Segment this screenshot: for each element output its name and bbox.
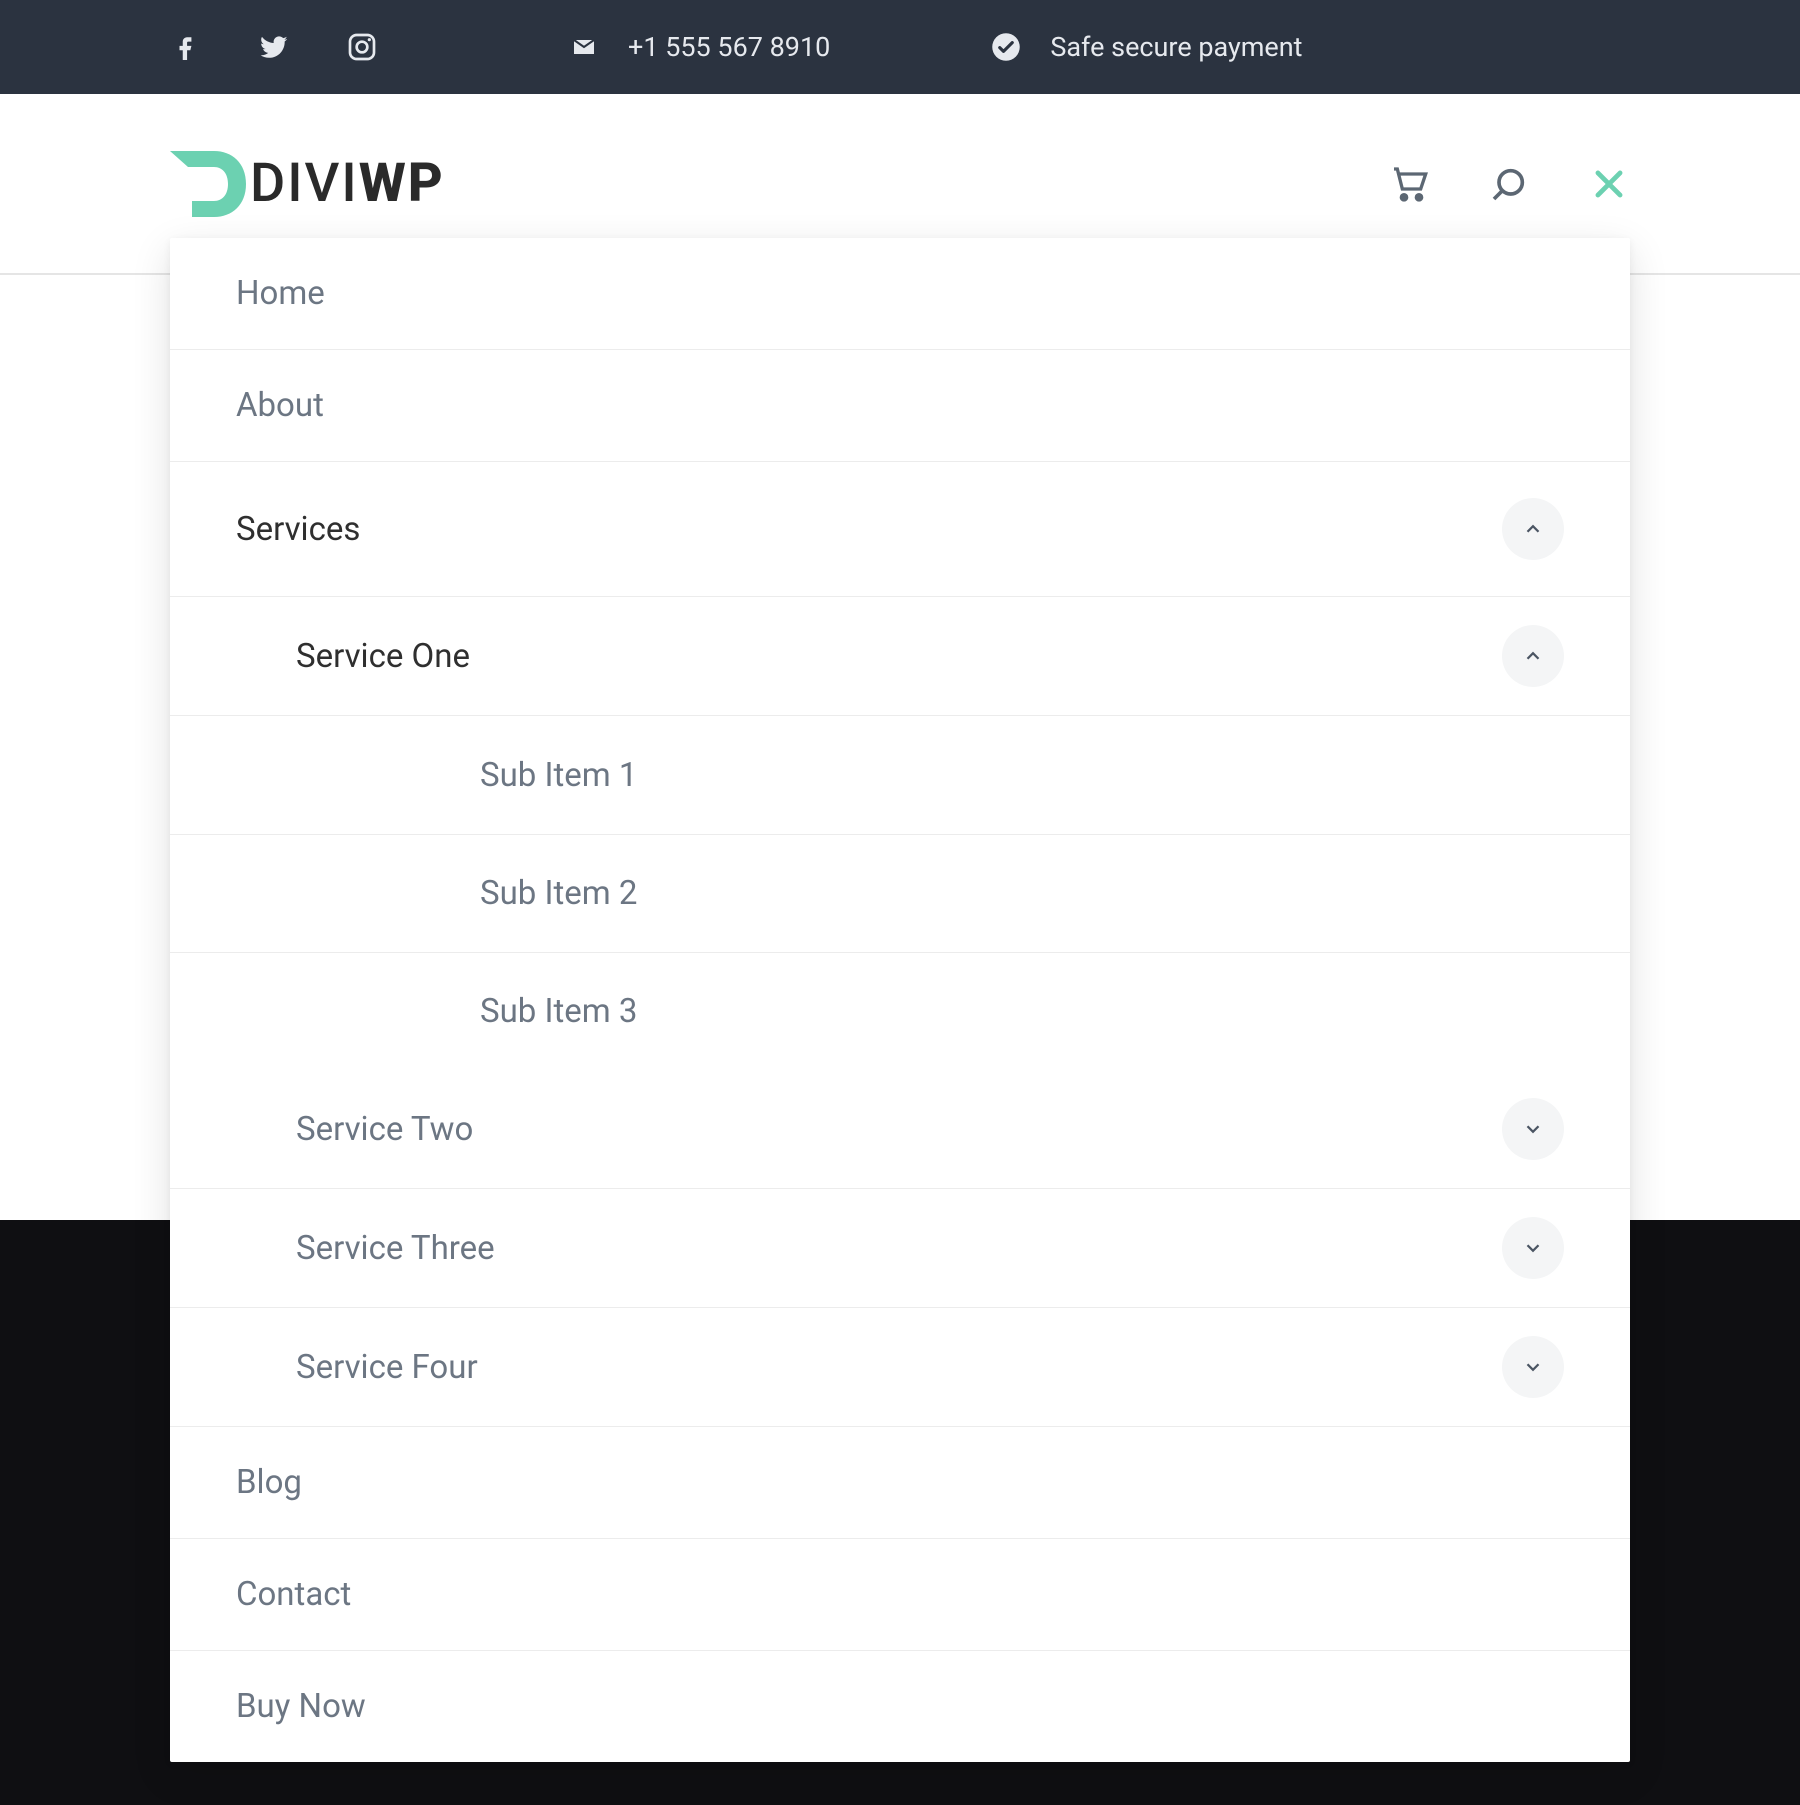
nav-item-home[interactable]: Home: [170, 238, 1630, 350]
phone-group: +1 555 567 8910: [568, 31, 830, 63]
nav-sub-service-one: Service One: [170, 597, 1630, 716]
mobile-nav-panel: Home About Services Service One Sub Item…: [170, 238, 1630, 1762]
nav-sub-service-four: Service Four: [170, 1308, 1630, 1427]
secure-text: Safe secure payment: [1050, 31, 1302, 63]
nav-label-contact: Contact: [236, 1575, 351, 1614]
nav-label-sub-1: Sub Item 1: [480, 756, 637, 795]
nav-sub-service-three: Service Three: [170, 1189, 1630, 1308]
cart-icon[interactable]: [1388, 163, 1430, 205]
secure-group: Safe secure payment: [990, 31, 1302, 63]
nav-label-sub-3: Sub Item 3: [480, 992, 637, 1031]
nav-label-buy-now: Buy Now: [236, 1687, 366, 1726]
nav-item-service-one[interactable]: Service One: [296, 597, 1564, 715]
search-icon[interactable]: [1488, 163, 1530, 205]
nav-item-sub-3[interactable]: Sub Item 3: [170, 952, 1630, 1070]
nav-label-service-one: Service One: [296, 637, 470, 676]
site-logo[interactable]: DIVIWP: [170, 151, 445, 217]
nav-item-services[interactable]: Services: [170, 462, 1630, 597]
nav-item-service-four[interactable]: Service Four: [296, 1308, 1564, 1426]
nav-label-blog: Blog: [236, 1463, 302, 1502]
mail-icon[interactable]: [568, 31, 600, 63]
nav-item-contact[interactable]: Contact: [170, 1539, 1630, 1651]
header-actions: [1388, 163, 1630, 205]
nav-label-service-four: Service Four: [296, 1348, 478, 1387]
nav-item-about[interactable]: About: [170, 350, 1630, 462]
nav-item-sub-2[interactable]: Sub Item 2: [170, 834, 1630, 952]
nav-sub-service-two: Service Two: [170, 1070, 1630, 1189]
page-root: +1 555 567 8910 Safe secure payment DIVI…: [0, 0, 1800, 1805]
logo-text: DIVIWP: [250, 152, 445, 215]
instagram-icon[interactable]: [346, 31, 378, 63]
chevron-up-icon[interactable]: [1502, 625, 1564, 687]
social-icons-group: [170, 31, 378, 63]
chevron-down-icon[interactable]: [1502, 1336, 1564, 1398]
check-circle-icon: [990, 31, 1022, 63]
twitter-icon[interactable]: [258, 31, 290, 63]
logo-mark-icon: [170, 151, 246, 217]
nav-label-service-three: Service Three: [296, 1229, 495, 1268]
logo-text-divi: DIVI: [250, 152, 359, 215]
nav-item-blog[interactable]: Blog: [170, 1427, 1630, 1539]
facebook-icon[interactable]: [170, 31, 202, 63]
close-menu-icon[interactable]: [1588, 163, 1630, 205]
chevron-up-icon[interactable]: [1502, 498, 1564, 560]
nav-item-service-three[interactable]: Service Three: [296, 1189, 1564, 1307]
nav-label-home: Home: [236, 274, 325, 313]
chevron-down-icon[interactable]: [1502, 1217, 1564, 1279]
nav-item-sub-1[interactable]: Sub Item 1: [170, 716, 1630, 834]
nav-label-sub-2: Sub Item 2: [480, 874, 637, 913]
chevron-down-icon[interactable]: [1502, 1098, 1564, 1160]
logo-text-wp: WP: [359, 152, 445, 215]
phone-text: +1 555 567 8910: [628, 31, 830, 63]
nav-item-service-two[interactable]: Service Two: [296, 1070, 1564, 1188]
nav-label-service-two: Service Two: [296, 1110, 473, 1149]
nav-item-buy-now[interactable]: Buy Now: [170, 1651, 1630, 1762]
nav-label-services: Services: [236, 510, 360, 549]
nav-label-about: About: [236, 386, 324, 425]
topbar: +1 555 567 8910 Safe secure payment: [0, 0, 1800, 94]
